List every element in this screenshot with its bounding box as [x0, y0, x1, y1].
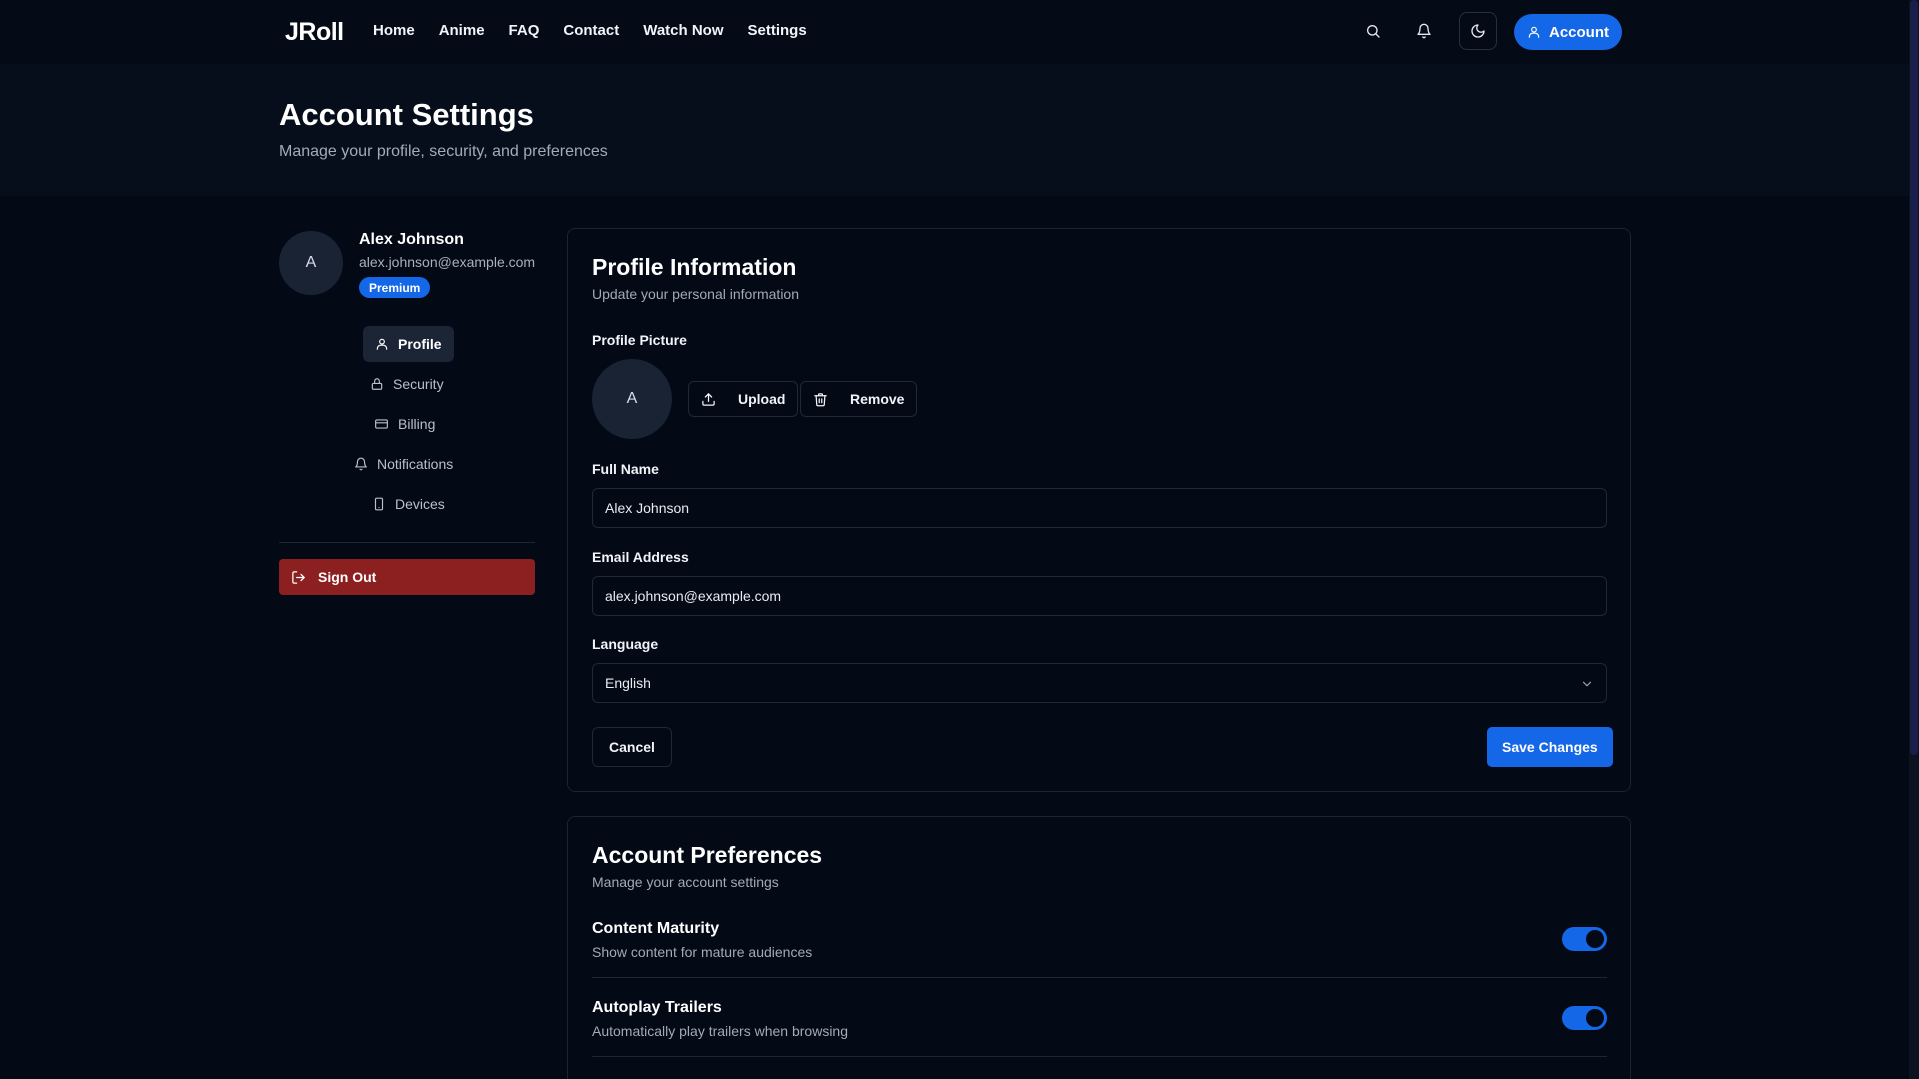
pref-divider — [592, 1056, 1607, 1057]
email-label: Email Address — [592, 549, 689, 565]
lock-icon — [371, 378, 383, 390]
nav-link-faq[interactable]: FAQ — [509, 22, 540, 39]
upload-button[interactable]: Upload — [688, 381, 799, 417]
save-changes-label: Save Changes — [1502, 739, 1598, 755]
status-badge: Premium — [359, 277, 431, 298]
account-preferences-card: Account Preferences Manage your account … — [567, 816, 1631, 1079]
page-scrollbar[interactable] — [1909, 0, 1919, 1079]
user-email: alex.johnson@example.com — [359, 254, 536, 270]
sidebar-item-security[interactable]: Security — [358, 366, 456, 402]
full-name-label: Full Name — [592, 461, 659, 477]
full-name-input[interactable] — [605, 500, 1594, 516]
profile-information-card: Profile Information Update your personal… — [567, 228, 1631, 792]
avatar: A — [279, 231, 343, 295]
sidebar-item-label: Profile — [398, 336, 442, 352]
moon-icon — [1471, 24, 1485, 38]
page-title: Account Settings — [279, 97, 534, 132]
profile-picture-avatar: A — [592, 359, 672, 439]
chevron-down-icon — [1582, 681, 1592, 687]
theme-toggle-button[interactable] — [1459, 12, 1497, 50]
card-subtitle: Manage your account settings — [592, 874, 779, 890]
search-icon — [1367, 25, 1380, 38]
credit-card-icon — [375, 419, 388, 429]
save-changes-button[interactable]: Save Changes — [1487, 727, 1613, 767]
top-navbar: JRoll Home Anime FAQ Contact Watch Now S… — [0, 0, 1909, 64]
logo[interactable]: JRoll — [285, 18, 344, 47]
language-label: Language — [592, 636, 659, 652]
pref-content-maturity-desc: Show content for mature audiences — [592, 944, 813, 960]
sidebar-item-profile[interactable]: Profile — [363, 326, 454, 362]
bell-icon — [355, 457, 367, 471]
autoplay-trailers-toggle[interactable] — [1562, 1006, 1607, 1030]
remove-button[interactable]: Remove — [800, 381, 918, 417]
log-out-icon — [292, 570, 305, 584]
email-input[interactable] — [605, 588, 1594, 604]
card-title: Profile Information — [592, 254, 797, 280]
sidebar-item-notifications[interactable]: Notifications — [342, 446, 465, 482]
nav-link-settings[interactable]: Settings — [748, 22, 807, 39]
sign-out-label: Sign Out — [318, 569, 377, 585]
bell-icon — [1417, 23, 1431, 39]
full-name-field[interactable] — [592, 488, 1607, 528]
account-button[interactable]: Account — [1514, 14, 1622, 50]
smartphone-icon — [374, 497, 384, 511]
toggle-knob — [1586, 1009, 1604, 1027]
user-icon — [376, 338, 388, 350]
search-button[interactable] — [1354, 12, 1392, 50]
profile-picture-label: Profile Picture — [592, 332, 687, 348]
toggle-knob — [1586, 930, 1604, 948]
nav-links: Home Anime FAQ Contact Watch Now Setting… — [373, 22, 831, 39]
notifications-button[interactable] — [1405, 12, 1443, 50]
user-icon — [1528, 26, 1540, 38]
cancel-label: Cancel — [609, 739, 655, 755]
page-subtitle: Manage your profile, security, and prefe… — [279, 143, 608, 160]
trash-icon — [814, 392, 827, 406]
user-name: Alex Johnson — [359, 231, 464, 248]
pref-autoplay-trailers-desc: Automatically play trailers when browsin… — [592, 1023, 848, 1039]
nav-link-anime[interactable]: Anime — [439, 22, 485, 39]
scrollbar-thumb[interactable] — [1910, 0, 1918, 755]
nav-link-home[interactable]: Home — [373, 22, 415, 39]
pref-autoplay-trailers-title: Autoplay Trailers — [592, 999, 722, 1016]
account-button-label: Account — [1549, 23, 1609, 41]
upload-icon — [702, 392, 715, 406]
sidebar-item-label: Security — [393, 376, 444, 392]
email-field[interactable] — [592, 576, 1607, 616]
nav-link-watch-now[interactable]: Watch Now — [643, 22, 723, 39]
language-selected-value: English — [605, 675, 651, 691]
sidebar-item-label: Notifications — [377, 456, 454, 472]
language-select[interactable]: English — [592, 663, 1607, 703]
pref-content-maturity-title: Content Maturity — [592, 920, 720, 937]
upload-label: Upload — [738, 391, 786, 407]
sidebar-item-label: Billing — [398, 416, 436, 432]
sidebar-item-label: Devices — [395, 496, 445, 512]
remove-label: Remove — [850, 391, 905, 407]
sidebar-item-devices[interactable]: Devices — [360, 486, 457, 522]
sidebar-divider — [279, 542, 535, 543]
sidebar-item-billing[interactable]: Billing — [362, 406, 447, 442]
nav-link-contact[interactable]: Contact — [563, 22, 619, 39]
card-title: Account Preferences — [592, 842, 823, 868]
sign-out-button[interactable]: Sign Out — [279, 559, 535, 595]
cancel-button[interactable]: Cancel — [592, 727, 672, 767]
card-subtitle: Update your personal information — [592, 286, 800, 302]
pref-divider — [592, 977, 1607, 978]
content-maturity-toggle[interactable] — [1562, 927, 1607, 951]
